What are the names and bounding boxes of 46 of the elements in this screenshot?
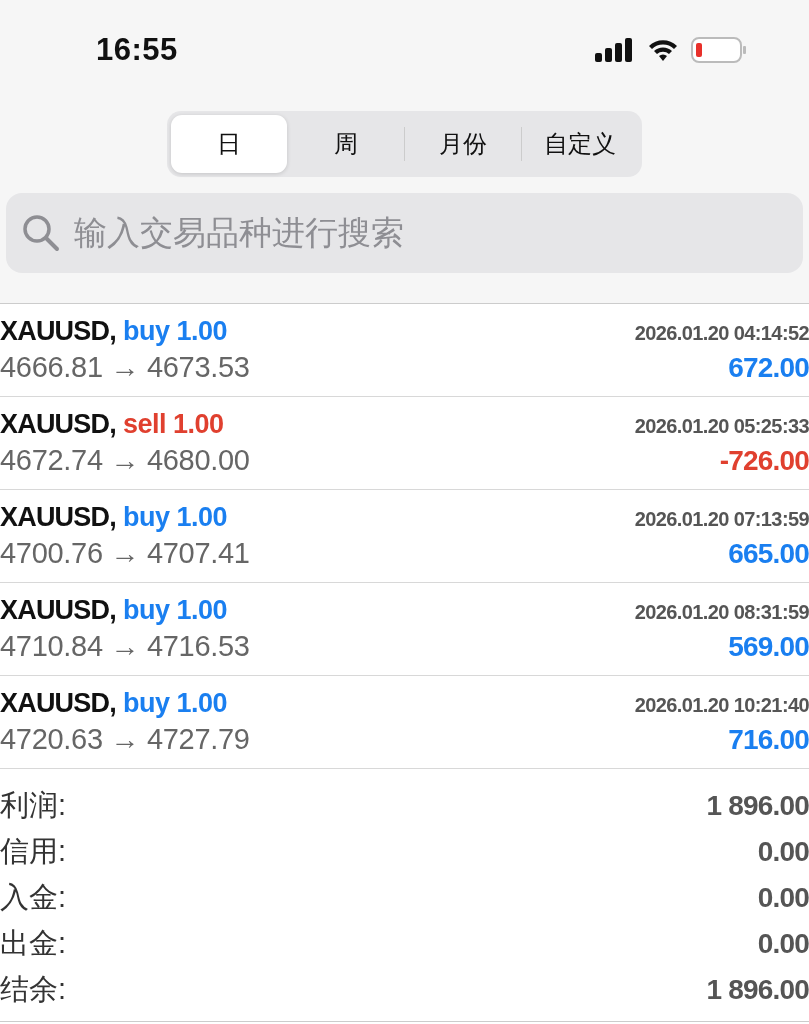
- trade-time: 2026.01.20 05:25:33: [634, 415, 809, 438]
- wifi-icon: [647, 38, 679, 62]
- order-label: sell 1.00: [122, 409, 224, 440]
- summary-value: 0.00: [757, 882, 809, 914]
- order-label: buy 1.00: [122, 316, 227, 347]
- search-field[interactable]: 输入交易品种进行搜索: [6, 193, 803, 273]
- period-tab[interactable]: 周: [288, 115, 404, 173]
- battery-icon: [691, 37, 747, 63]
- search-input[interactable]: 输入交易品种进行搜索: [72, 213, 787, 253]
- order-label: buy 1.00: [122, 595, 227, 626]
- period-tab[interactable]: 月份: [405, 115, 521, 173]
- order-label: buy 1.00: [122, 502, 227, 533]
- profit-value: 716.00: [728, 724, 809, 756]
- price-range: 4720.63 → 4727.79: [0, 723, 250, 756]
- price-range: 4672.74 → 4680.00: [0, 444, 250, 477]
- price-range: 4710.84 → 4716.53: [0, 630, 250, 663]
- trade-time: 2026.01.20 10:21:40: [634, 694, 809, 717]
- summary-value: 0.00: [757, 836, 809, 868]
- summary-label: 信用:: [0, 834, 67, 869]
- period-tab[interactable]: 日: [171, 115, 287, 173]
- profit-value: -726.00: [719, 445, 809, 477]
- order-label: buy 1.00: [122, 688, 227, 719]
- price-range: 4700.76 → 4707.41: [0, 537, 250, 570]
- summary-label: 利润:: [0, 788, 67, 823]
- summary-label: 入金:: [0, 880, 67, 915]
- trade-time: 2026.01.20 04:14:52: [634, 322, 809, 345]
- signal-icon: [595, 38, 635, 62]
- symbol-label: XAUUSD,: [0, 502, 116, 533]
- price-range: 4666.81 → 4673.53: [0, 351, 250, 384]
- profit-value: 569.00: [728, 631, 809, 663]
- trade-time: 2026.01.20 08:31:59: [634, 601, 809, 624]
- trade-time: 2026.01.20 07:13:59: [634, 508, 809, 531]
- search-icon: [22, 214, 60, 252]
- symbol-label: XAUUSD,: [0, 316, 116, 347]
- summary-value: 0.00: [757, 928, 809, 960]
- symbol-label: XAUUSD,: [0, 409, 116, 440]
- symbol-label: XAUUSD,: [0, 688, 116, 719]
- profit-value: 665.00: [728, 538, 809, 570]
- period-tab[interactable]: 自定义: [522, 115, 638, 173]
- clock-time: 16:55: [96, 32, 178, 68]
- symbol-label: XAUUSD,: [0, 595, 116, 626]
- summary-label: 出金:: [0, 926, 67, 961]
- summary-value: 1 896.00: [706, 790, 809, 822]
- profit-value: 672.00: [728, 352, 809, 384]
- summary-label: 结余:: [0, 972, 67, 1007]
- summary-value: 1 896.00: [706, 974, 809, 1006]
